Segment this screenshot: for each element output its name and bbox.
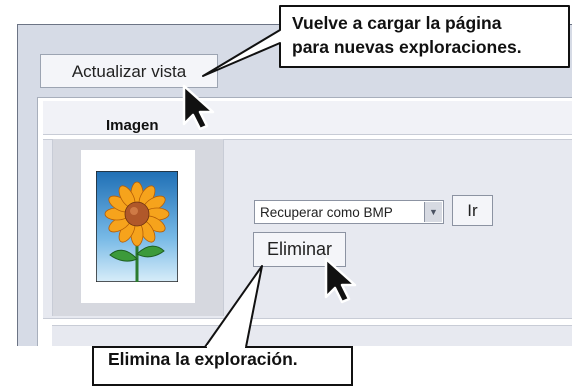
scan-thumbnail-image[interactable] — [96, 171, 178, 282]
image-column-header: Imagen — [106, 117, 159, 134]
refresh-callout-line2: para nuevas exploraciones. — [292, 37, 522, 57]
chevron-down-icon[interactable]: ▼ — [424, 202, 442, 222]
go-button[interactable]: Ir — [452, 195, 493, 226]
screenshot-stage: Actualizar vista Imagen Recuperar como B… — [0, 0, 572, 387]
refresh-view-button[interactable]: Actualizar vista — [40, 54, 218, 88]
refresh-callout-line1: Vuelve a cargar la página — [292, 13, 502, 33]
mouse-pointer-icon — [182, 84, 215, 130]
table-row — [52, 325, 572, 346]
mouse-pointer-icon — [324, 257, 357, 304]
delete-callout-text: Elimina la exploración. — [108, 349, 298, 369]
select-value: Recuperar como BMP — [260, 205, 393, 220]
retrieve-format-select[interactable]: Recuperar como BMP ▼ — [254, 200, 444, 224]
